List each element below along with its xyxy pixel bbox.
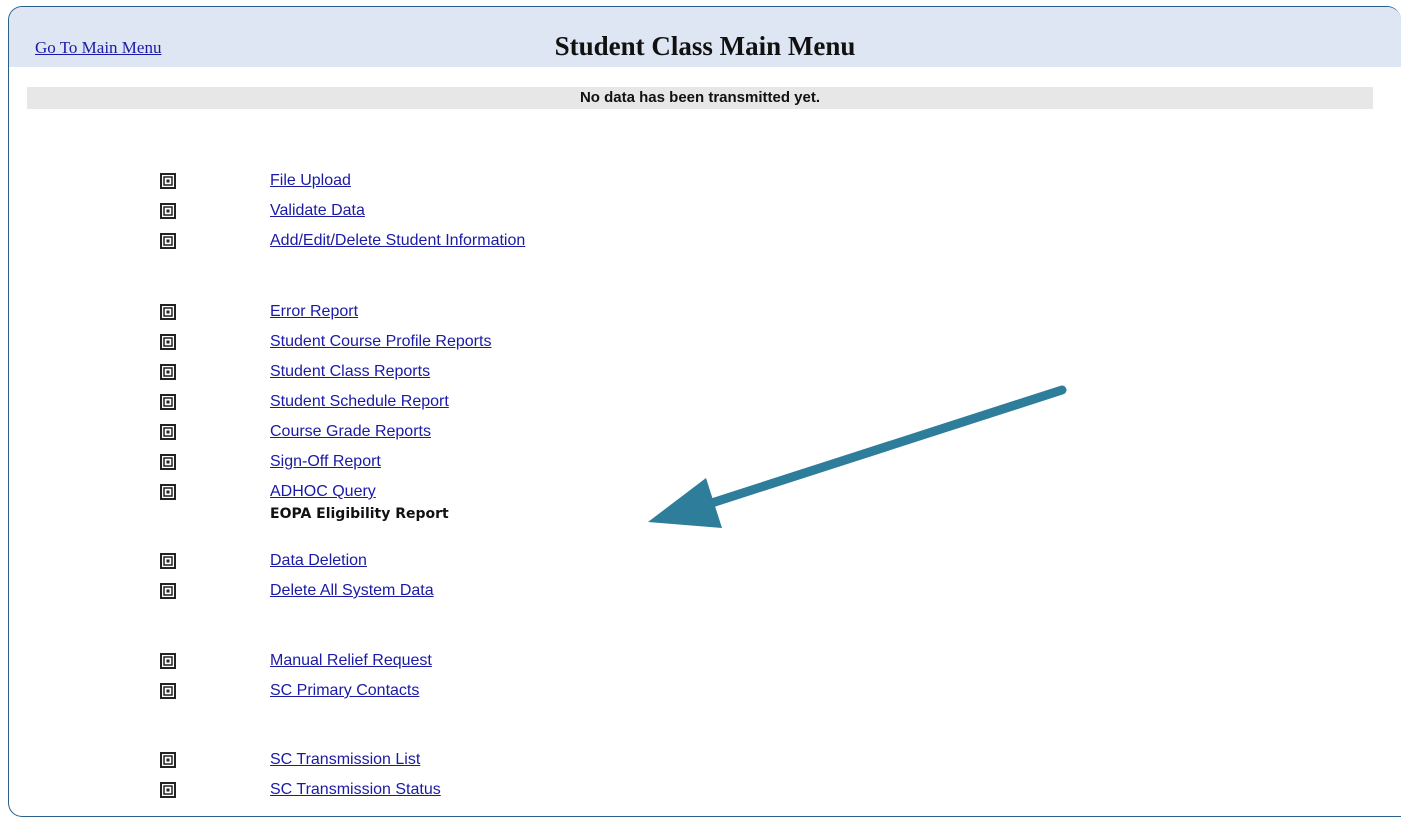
data-deletion-link[interactable]: Data Deletion xyxy=(270,551,367,571)
menu-row-student-class-reports: Student Class Reports xyxy=(0,362,1401,384)
manual-relief-request-link[interactable]: Manual Relief Request xyxy=(270,651,432,671)
menu-row-student-schedule-report: Student Schedule Report xyxy=(0,392,1401,414)
student-schedule-report-link[interactable]: Student Schedule Report xyxy=(270,392,449,412)
menu-row-course-grade-reports: Course Grade Reports xyxy=(0,422,1401,444)
validate-data-link[interactable]: Validate Data xyxy=(270,201,365,221)
menu-row-student-course-profile: Student Course Profile Reports xyxy=(0,332,1401,354)
menu-bullet-icon xyxy=(160,653,176,669)
menu-row-data-deletion: Data Deletion xyxy=(0,551,1401,573)
menu-row-sc-primary-contacts: SC Primary Contacts xyxy=(0,681,1401,703)
student-course-profile-link[interactable]: Student Course Profile Reports xyxy=(270,332,491,352)
student-class-reports-link[interactable]: Student Class Reports xyxy=(270,362,430,382)
menu-bullet-icon xyxy=(160,173,176,189)
menu-row-file-upload: File Upload xyxy=(0,171,1401,193)
menu-row-sign-off-report: Sign-Off Report xyxy=(0,452,1401,474)
sc-primary-contacts-link[interactable]: SC Primary Contacts xyxy=(270,681,419,701)
menu-row-sc-transmission-status: SC Transmission Status xyxy=(0,780,1401,802)
menu-bullet-icon xyxy=(160,484,176,500)
go-to-main-menu-link[interactable]: Go To Main Menu xyxy=(35,38,161,58)
adhoc-query-link[interactable]: ADHOC Query xyxy=(270,482,376,502)
header-bar: Student Class Main Menu Go To Main Menu xyxy=(9,7,1401,67)
menu-bullet-icon xyxy=(160,583,176,599)
file-upload-link[interactable]: File Upload xyxy=(270,171,351,191)
menu-bullet-icon xyxy=(160,364,176,380)
menu-row-add-edit-delete: Add/Edit/Delete Student Information xyxy=(0,231,1401,253)
menu-bullet-icon xyxy=(160,334,176,350)
menu-row-validate-data: Validate Data xyxy=(0,201,1401,223)
status-message: No data has been transmitted yet. xyxy=(27,87,1373,109)
sc-transmission-list-link[interactable]: SC Transmission List xyxy=(270,750,420,770)
error-report-link[interactable]: Error Report xyxy=(270,302,358,322)
menu-bullet-icon xyxy=(160,782,176,798)
menu-bullet-icon xyxy=(160,752,176,768)
menu-row-adhoc-query: ADHOC Query xyxy=(0,482,1401,504)
menu-row-delete-all: Delete All System Data xyxy=(0,581,1401,603)
menu-bullet-icon xyxy=(160,553,176,569)
sc-transmission-status-link[interactable]: SC Transmission Status xyxy=(270,780,441,800)
menu-bullet-icon xyxy=(160,424,176,440)
page-title: Student Class Main Menu xyxy=(554,31,856,61)
sign-off-report-link[interactable]: Sign-Off Report xyxy=(270,452,381,472)
eopa-eligibility-report-label: EOPA Eligibility Report xyxy=(270,506,449,522)
menu-bullet-icon xyxy=(160,683,176,699)
menu-row-sc-transmission-list: SC Transmission List xyxy=(0,750,1401,772)
add-edit-delete-link[interactable]: Add/Edit/Delete Student Information xyxy=(270,231,525,251)
menu-bullet-icon xyxy=(160,454,176,470)
menu-row-manual-relief: Manual Relief Request xyxy=(0,651,1401,673)
menu-row-error-report: Error Report xyxy=(0,302,1401,324)
menu-bullet-icon xyxy=(160,203,176,219)
course-grade-reports-link[interactable]: Course Grade Reports xyxy=(270,422,431,442)
menu-bullet-icon xyxy=(160,233,176,249)
menu-bullet-icon xyxy=(160,304,176,320)
menu-bullet-icon xyxy=(160,394,176,410)
delete-all-system-data-link[interactable]: Delete All System Data xyxy=(270,581,434,601)
